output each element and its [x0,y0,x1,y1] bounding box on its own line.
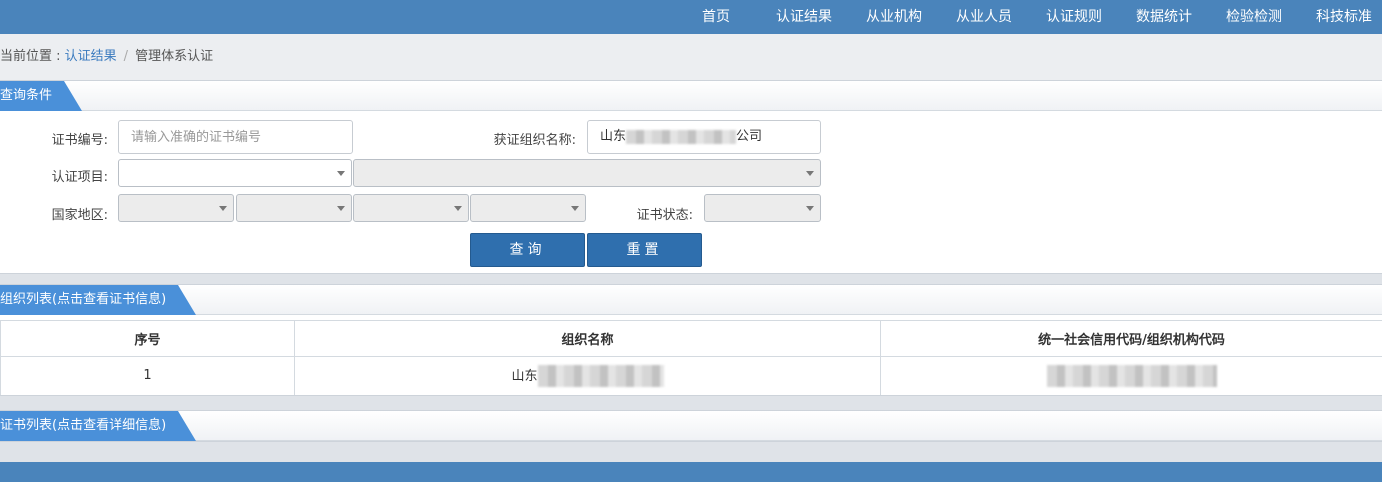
redacted-block [537,365,664,387]
sub-project-select[interactable] [353,159,821,187]
chevron-down-icon [806,206,814,211]
org-name-label: 获证组织名称: [493,133,576,148]
query-panel-title: 查询条件 [0,81,83,111]
footer-bar [0,462,1382,482]
row-org-name[interactable]: 山东 [294,356,881,395]
nav-item-rules[interactable]: 认证规则 [1046,0,1102,34]
chevron-down-icon [454,206,462,211]
table-row[interactable]: 1 山东 [0,356,1382,395]
nav-item-inspection[interactable]: 检验检测 [1226,0,1282,34]
nav-item-personnel[interactable]: 从业人员 [956,0,1012,34]
breadcrumb-link-cert-results[interactable]: 认证结果 [65,49,117,64]
org-name-value-prefix: 山东 [600,129,627,144]
status-select[interactable] [704,194,821,222]
table-header-row: 序号 组织名称 统一社会信用代码/组织机构代码 [0,320,1382,357]
breadcrumb-separator: / [123,49,129,64]
cert-list-title: 证书列表(点击查看详细信息) [0,411,197,441]
redacted-block [626,129,737,144]
nav-item-institutions[interactable]: 从业机构 [866,0,922,34]
search-button[interactable]: 查询 [470,233,585,267]
column-header-index: 序号 [0,320,295,357]
region-select-province[interactable] [236,194,352,222]
reset-button[interactable]: 重置 [587,233,702,267]
row-credit-code [880,356,1382,395]
chevron-down-icon [337,206,345,211]
cert-list-header: 证书列表(点击查看详细信息) [0,411,1382,441]
region-label: 国家地区: [51,208,108,223]
breadcrumb-prefix: 当前位置 : [0,49,65,64]
breadcrumb-current: 管理体系认证 [135,49,214,64]
breadcrumb: 当前位置 : 认证结果 / 管理体系认证 [0,34,1382,80]
region-select-country[interactable] [118,194,234,222]
redacted-block [1046,364,1217,387]
chevron-down-icon [337,171,345,176]
column-header-credit-code: 统一社会信用代码/组织机构代码 [880,320,1382,357]
cert-no-label: 证书编号: [51,133,108,148]
region-select-district[interactable] [470,194,586,222]
chevron-down-icon [571,206,579,211]
project-select[interactable] [118,159,352,187]
nav-item-statistics[interactable]: 数据统计 [1136,0,1192,34]
top-nav: 首页 认证结果 从业机构 从业人员 认证规则 数据统计 检验检测 科技标准 [0,0,1382,34]
cert-no-input[interactable] [118,120,353,154]
org-list-title: 组织列表(点击查看证书信息) [0,285,197,315]
cert-list-panel: 证书列表(点击查看详细信息) [0,410,1382,442]
org-name-input[interactable]: 山东 公司 [587,120,821,154]
org-table: 序号 组织名称 统一社会信用代码/组织机构代码 1 山东 [0,320,1382,395]
project-label: 认证项目: [51,170,108,185]
org-list-header: 组织列表(点击查看证书信息) [0,285,1382,315]
nav-item-home[interactable]: 首页 [702,0,730,34]
chevron-down-icon [219,206,227,211]
row-org-name-prefix: 山东 [511,368,538,384]
status-label: 证书状态: [636,208,693,223]
chevron-down-icon [806,171,814,176]
column-header-org-name: 组织名称 [294,320,881,357]
query-panel-header: 查询条件 [0,81,1382,111]
org-name-value-suffix: 公司 [736,129,763,144]
region-select-city[interactable] [353,194,469,222]
row-index: 1 [0,356,295,395]
nav-item-standards[interactable]: 科技标准 [1316,0,1372,34]
nav-item-cert-results[interactable]: 认证结果 [776,0,832,34]
